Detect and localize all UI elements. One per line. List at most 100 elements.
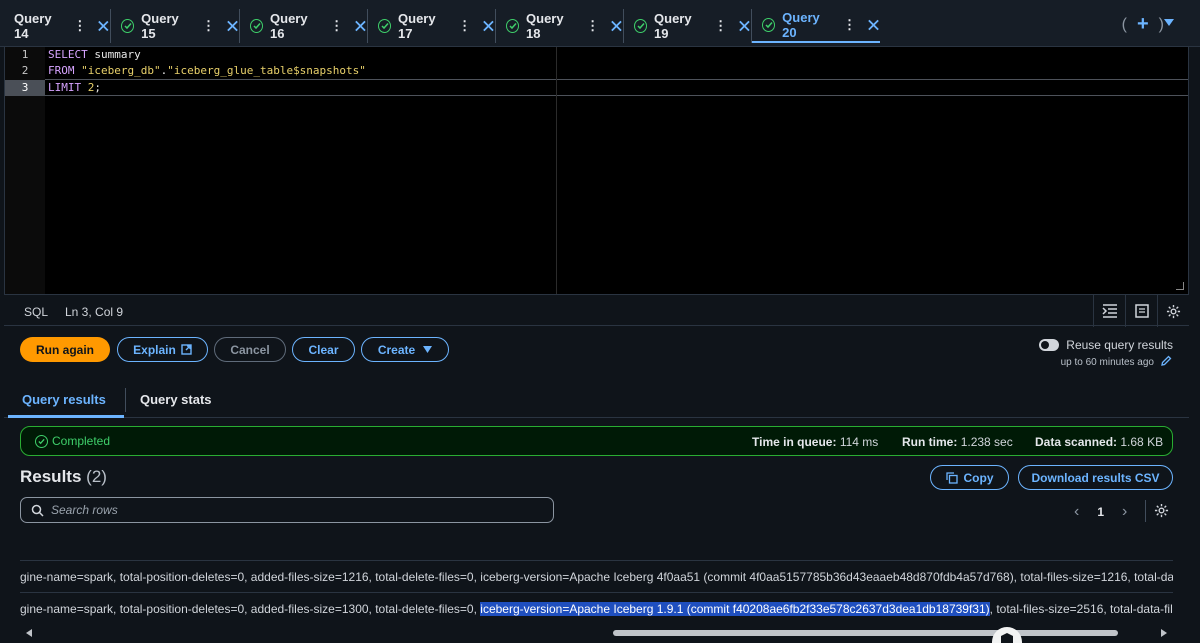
check-circle-icon	[762, 18, 776, 32]
close-icon[interactable]	[867, 18, 880, 32]
row-divider	[20, 560, 1173, 561]
create-label: Create	[377, 342, 416, 357]
tab-label: Query 16	[270, 11, 308, 41]
tab-query-20[interactable]: Query 20 ⋮	[752, 9, 880, 43]
active-tab-indicator	[8, 415, 124, 418]
check-circle-icon	[634, 19, 648, 33]
tab-query-17[interactable]: Query 17 ⋮	[368, 9, 496, 43]
previous-page-icon[interactable]: ‹	[1074, 503, 1079, 521]
reuse-label: Reuse query results	[1066, 338, 1173, 352]
tab-query-18[interactable]: Query 18 ⋮	[496, 9, 624, 43]
search-input[interactable]	[51, 502, 541, 518]
completed-label: Completed	[52, 434, 111, 448]
tab-menu-icon[interactable]: ⋮	[73, 18, 86, 34]
status-banner: Completed Time in queue: 114 ms Run time…	[20, 426, 1173, 456]
close-icon[interactable]	[97, 19, 110, 33]
summary-cell-post: , total-files-size=2516, total-data-file…	[989, 602, 1173, 616]
explain-button[interactable]: Explain	[117, 337, 208, 362]
keyboard-icon	[1134, 304, 1149, 318]
close-icon[interactable]	[610, 19, 623, 33]
scroll-right-icon[interactable]	[1161, 629, 1167, 637]
line-number-gutter: 1 2 3	[5, 47, 45, 294]
tab-query-16[interactable]: Query 16 ⋮	[240, 9, 368, 43]
reuse-toggle[interactable]	[1039, 339, 1060, 351]
run-time: Run time: 1.238 sec	[902, 435, 1013, 449]
scrollbar-thumb[interactable]	[613, 630, 1118, 636]
tab-menu-icon[interactable]: ⋮	[586, 18, 599, 34]
gear-icon	[1166, 304, 1181, 318]
gear-icon[interactable]	[1154, 503, 1169, 518]
completed-status: Completed	[35, 434, 110, 448]
search-rows-field[interactable]	[20, 497, 554, 523]
tab-menu-icon[interactable]: ⋮	[843, 17, 856, 33]
format-query-button[interactable]	[1093, 295, 1125, 327]
scroll-left-icon[interactable]	[26, 629, 32, 637]
tab-query-14[interactable]: Query 14 ⋮	[4, 9, 111, 43]
results-tabs: Query results Query stats	[4, 380, 1189, 418]
tab-menu-icon[interactable]: ⋮	[330, 18, 343, 34]
language-label: SQL	[24, 305, 49, 319]
close-icon[interactable]	[226, 19, 239, 33]
current-page[interactable]: 1	[1097, 505, 1104, 519]
code-line-1: SELECT summary	[48, 48, 141, 61]
create-button[interactable]: Create	[361, 337, 449, 362]
clear-button[interactable]: Clear	[292, 337, 355, 362]
keyboard-shortcuts-button[interactable]	[1125, 295, 1157, 327]
tab-query-15[interactable]: Query 15 ⋮	[111, 9, 240, 43]
tab-menu-icon[interactable]: ⋮	[458, 18, 471, 34]
cursor-position: Ln 3, Col 9	[65, 305, 124, 319]
tab-label: Query 18	[526, 11, 564, 41]
copy-button[interactable]: Copy	[930, 465, 1009, 490]
pager-divider	[1145, 500, 1146, 522]
close-icon[interactable]	[482, 19, 495, 33]
search-icon	[31, 504, 44, 517]
query-tab-bar: Query 14 ⋮ Query 15 ⋮ Query 16 ⋮ Query 1…	[0, 0, 1200, 47]
tab-label: Query 17	[398, 11, 436, 41]
tab-query-results[interactable]: Query results	[22, 392, 106, 407]
run-again-button[interactable]: Run again	[20, 337, 110, 362]
print-margin	[556, 47, 557, 294]
pencil-icon[interactable]	[1160, 355, 1172, 367]
sql-editor[interactable]: 1 2 3 SELECT summary FROM "iceberg_db"."…	[4, 47, 1189, 294]
check-circle-icon	[121, 19, 135, 33]
tab-query-stats[interactable]: Query stats	[140, 392, 212, 407]
row-divider	[20, 592, 1173, 593]
current-line-highlight	[45, 79, 1188, 96]
results-count: (2)	[86, 467, 107, 486]
summary-cell: gine-name=spark, total-position-deletes=…	[20, 570, 1173, 584]
cancel-button[interactable]: Cancel	[214, 337, 286, 362]
download-csv-button[interactable]: Download results CSV	[1018, 465, 1173, 490]
copy-label: Copy	[963, 470, 994, 485]
tab-label: Query 14	[14, 11, 52, 41]
reuse-age-text: up to 60 minutes ago	[1060, 357, 1154, 368]
line-number: 2	[21, 64, 29, 77]
copy-icon	[945, 471, 958, 484]
data-scanned: Data scanned: 1.68 KB	[1035, 435, 1164, 449]
reuse-query-results[interactable]: Reuse query results	[1039, 338, 1173, 352]
selected-text: iceberg-version=Apache Iceberg 1.9.1 (co…	[480, 602, 990, 616]
tab-menu-icon[interactable]: ⋮	[714, 18, 727, 34]
check-circle-icon	[378, 19, 392, 33]
table-row[interactable]: gine-name=spark, total-position-deletes=…	[20, 568, 1173, 586]
check-circle-icon	[35, 434, 48, 448]
table-row[interactable]: gine-name=spark, total-position-deletes=…	[20, 600, 1173, 618]
line-number-current: 3	[5, 80, 45, 96]
summary-cell-pre: gine-name=spark, total-position-deletes=…	[20, 602, 481, 616]
tab-query-19[interactable]: Query 19 ⋮	[624, 9, 752, 43]
tab-label: Query 15	[141, 11, 179, 41]
tab-menu-icon[interactable]: ⋮	[202, 18, 215, 34]
external-link-icon	[181, 344, 192, 355]
time-in-queue: Time in queue: 114 ms	[752, 435, 879, 449]
tab-list-dropdown-icon[interactable]	[1164, 19, 1174, 26]
check-circle-icon	[506, 19, 520, 33]
add-tab-button[interactable]: ( + )	[1122, 13, 1164, 36]
resize-handle-icon[interactable]	[1176, 282, 1184, 290]
code-line-3: LIMIT 2;	[48, 81, 101, 94]
editor-settings-button[interactable]	[1157, 295, 1189, 327]
tab-label: Query 19	[654, 11, 692, 41]
code-line-2: FROM "iceberg_db"."iceberg_glue_table$sn…	[48, 64, 366, 77]
tab-label: Query 20	[782, 10, 820, 40]
close-icon[interactable]	[738, 19, 751, 33]
close-icon[interactable]	[354, 19, 367, 33]
next-page-icon[interactable]: ›	[1122, 503, 1127, 521]
